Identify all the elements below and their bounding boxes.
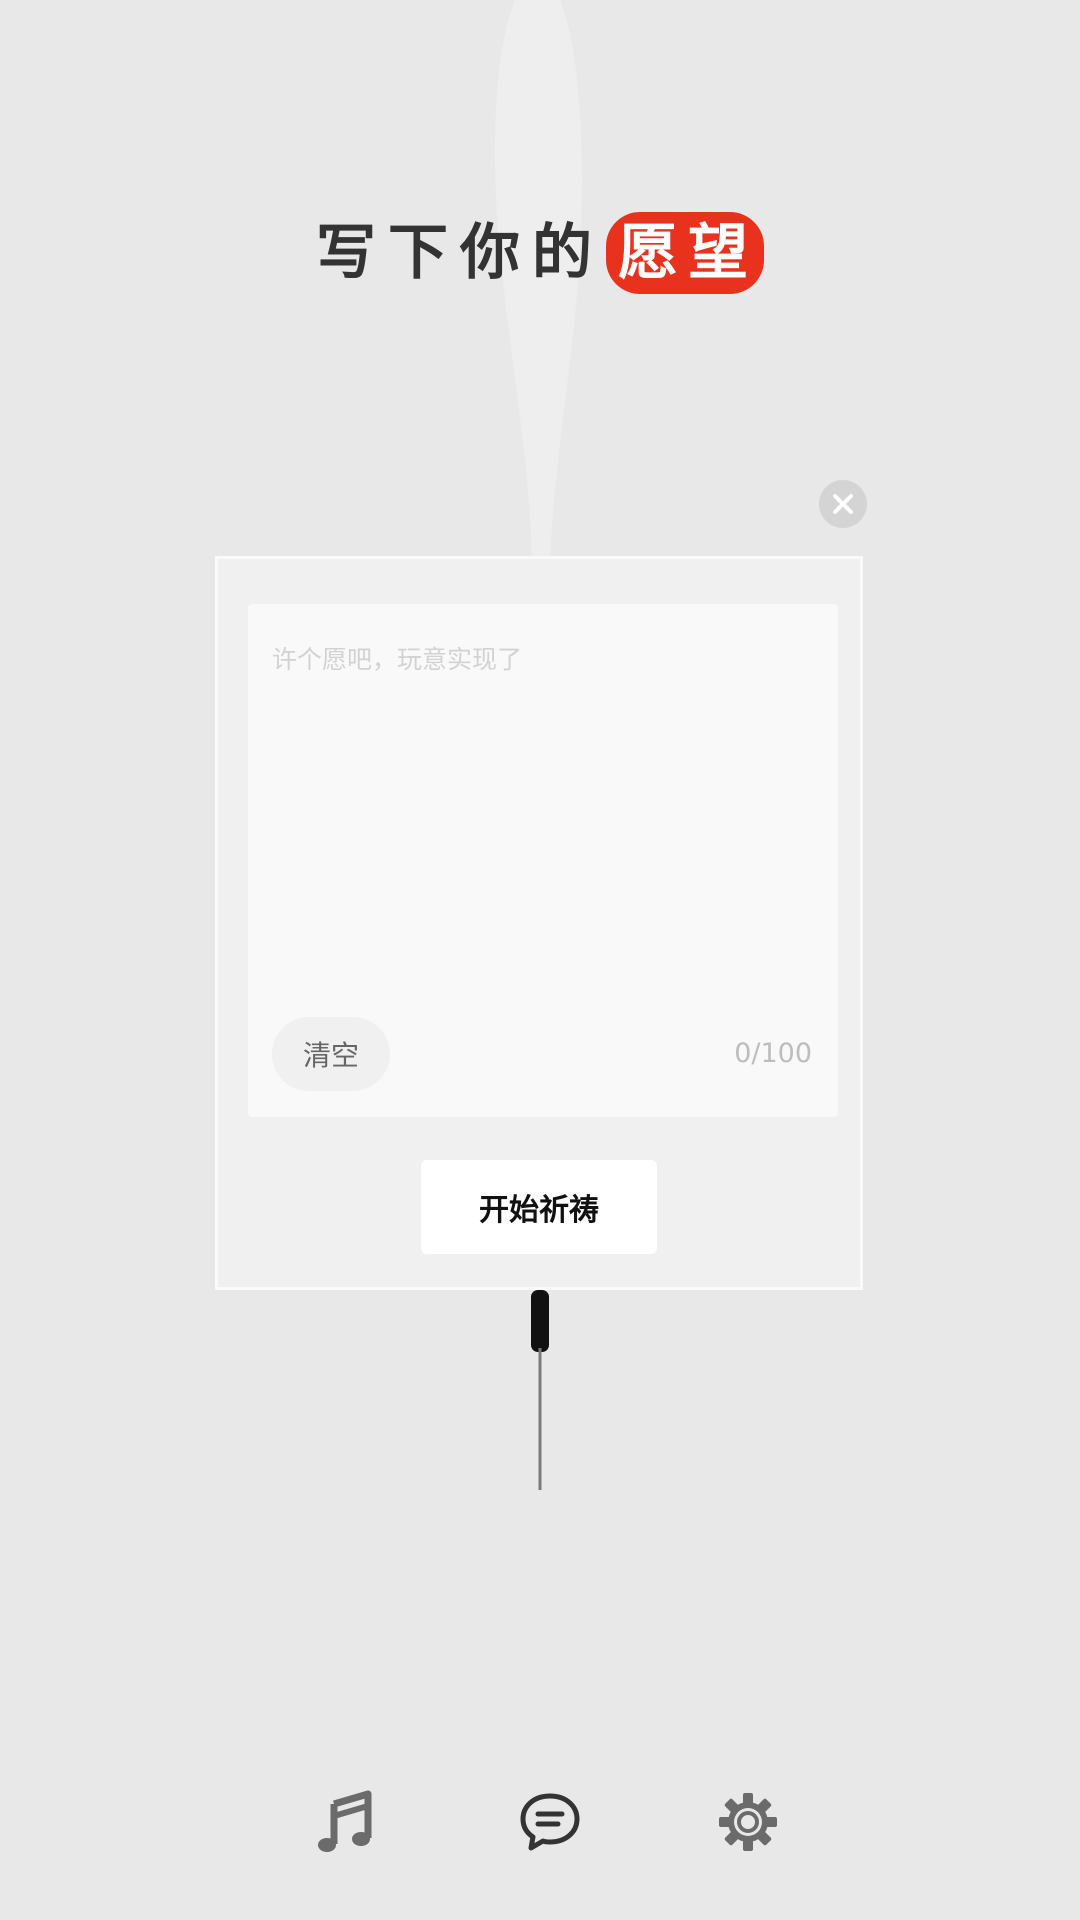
close-icon: [833, 494, 853, 514]
title-highlight: 愿望: [606, 212, 764, 294]
nav-settings[interactable]: [712, 1786, 784, 1858]
incense-stick: [531, 1290, 549, 1490]
wish-input-placeholder: 许个愿吧，玩意实现了: [272, 645, 523, 674]
start-praying-button[interactable]: 开始祈祷: [421, 1160, 657, 1254]
clear-button[interactable]: 清空: [272, 1017, 390, 1091]
bottom-nav: [0, 1786, 1080, 1858]
chat-bubble-icon: [520, 1793, 580, 1851]
wish-screen: 写下你的 愿望 许个愿吧，玩意实现了 清空 0/100 开始祈祷: [0, 0, 1080, 1920]
gear-icon: [719, 1793, 777, 1851]
char-counter: 0/100: [734, 1038, 812, 1069]
page-title: 写下你的 愿望: [0, 212, 1080, 294]
title-prefix: 写下你的: [316, 218, 604, 288]
nav-chat[interactable]: [514, 1786, 586, 1858]
nav-music[interactable]: [310, 1786, 382, 1858]
music-note-icon: [318, 1790, 372, 1852]
close-button[interactable]: [819, 480, 867, 528]
wish-card: 许个愿吧，玩意实现了 清空 0/100 开始祈祷: [215, 556, 863, 1290]
wish-input[interactable]: 许个愿吧，玩意实现了 清空 0/100: [248, 604, 838, 1117]
